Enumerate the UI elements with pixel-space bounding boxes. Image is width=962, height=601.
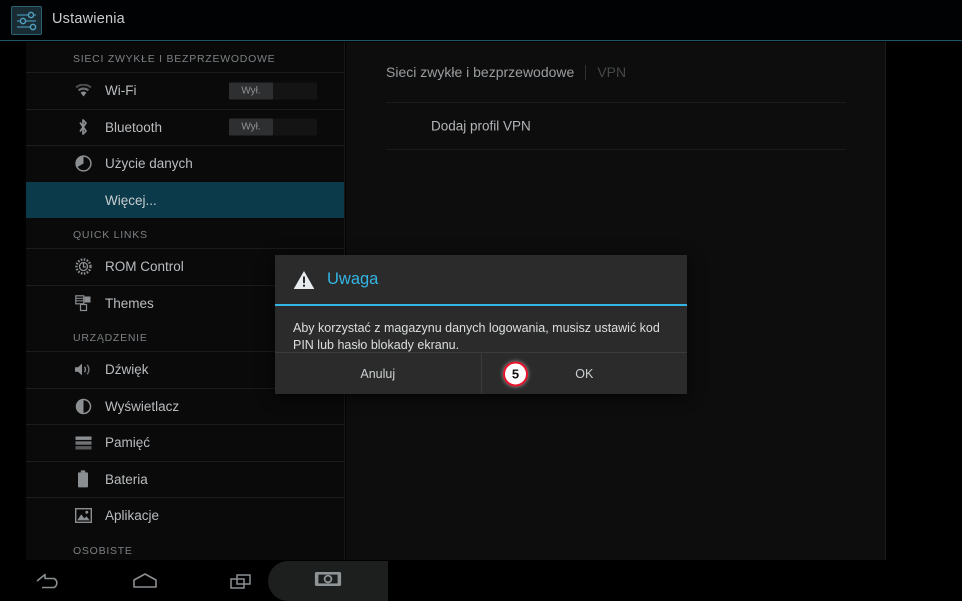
sidebar-item-label: Dźwięk: [105, 362, 149, 378]
sidebar-item-label: Themes: [105, 295, 154, 311]
camera-icon: [314, 570, 342, 593]
body-area: SIECI ZWYKŁE I BEZPRZEWODOWE Wi-Fi Wył.: [0, 42, 962, 560]
section-header-quick-links: QUICK LINKS: [73, 229, 148, 241]
sidebar-item-bluetooth[interactable]: Bluetooth Wył.: [26, 108, 344, 146]
navigation-bar: Zapisywanie zrzutu ekranu... Zapisywanie…: [0, 561, 962, 601]
breadcrumb-current: VPN: [597, 64, 627, 80]
breadcrumb-main[interactable]: Sieci zwykłe i bezprzewodowe: [386, 64, 574, 80]
warning-dialog: Uwaga Aby korzystać z magazynu danych lo…: [275, 255, 687, 394]
settings-sliders-icon: [11, 6, 42, 35]
section-header-networks: SIECI ZWYKŁE I BEZPRZEWODOWE: [73, 53, 276, 65]
window-title: Ustawienia: [52, 11, 125, 27]
sidebar-item-label: Pamięć: [105, 435, 151, 451]
title-bar: Ustawienia: [0, 0, 962, 41]
bluetooth-icon: [74, 118, 92, 136]
dialog-buttons: Anuluj OK 5: [275, 352, 687, 394]
breadcrumb-separator: [585, 64, 587, 80]
sidebar-item-battery[interactable]: Bateria: [26, 460, 344, 498]
dialog-header: Uwaga: [275, 255, 687, 306]
sidebar-item-label: Wi-Fi: [105, 83, 137, 99]
wifi-toggle-state: Wył.: [229, 82, 273, 100]
sidebar-item-label: Użycie danych: [105, 156, 193, 172]
storage-icon: [74, 434, 92, 452]
apps-icon: [74, 507, 92, 525]
sidebar-item-data-usage[interactable]: Użycie danych: [26, 145, 344, 182]
step-badge: 5: [503, 361, 528, 386]
sidebar-item-wifi[interactable]: Wi-Fi Wył.: [26, 72, 344, 109]
wifi-toggle[interactable]: Wył.: [229, 82, 317, 100]
wifi-icon: [74, 82, 92, 100]
battery-icon: [74, 470, 92, 488]
bluetooth-toggle[interactable]: Wył.: [229, 118, 317, 136]
dialog-message: Aby korzystać z magazynu danych logowani…: [293, 321, 660, 352]
sidebar-item-label: Aplikacje: [105, 508, 160, 524]
display-icon: [74, 397, 92, 415]
sidebar-item-storage[interactable]: Pamięć: [26, 424, 344, 461]
cancel-button-label: Anuluj: [360, 366, 396, 381]
warning-triangle-icon: [293, 270, 315, 290]
sound-icon: [74, 361, 92, 379]
sidebar-item-label: Bluetooth: [105, 119, 163, 135]
bluetooth-toggle-state: Wył.: [229, 118, 273, 136]
breadcrumb: Sieci zwykłe i bezprzewodowe VPN: [386, 64, 626, 80]
back-icon[interactable]: [14, 561, 84, 601]
cancel-button[interactable]: Anuluj: [275, 353, 482, 394]
home-icon[interactable]: [110, 561, 180, 601]
android-settings-screen: Ustawienia SIECI ZWYKŁE I BEZPRZEWODOWE …: [0, 0, 962, 601]
sidebar-item-apps[interactable]: Aplikacje: [26, 497, 344, 534]
gear-icon: [74, 258, 92, 276]
data-usage-icon: [74, 155, 92, 173]
dialog-title: Uwaga: [327, 270, 379, 288]
sidebar-item-label: Wyświetlacz: [105, 398, 180, 414]
recents-icon[interactable]: [205, 561, 275, 601]
section-header-personal: OSOBISTE: [73, 544, 133, 557]
sidebar-item-label: Więcej...: [105, 192, 157, 208]
list-item-label: Dodaj profil VPN: [431, 118, 531, 134]
ok-button-label: OK: [575, 366, 594, 381]
themes-icon: [74, 294, 92, 312]
list-item-add-vpn-profile[interactable]: Dodaj profil VPN: [386, 102, 846, 150]
sidebar-item-more[interactable]: Więcej...: [26, 181, 344, 218]
screenshot-button[interactable]: [268, 561, 388, 601]
sidebar-item-label: Bateria: [105, 471, 148, 487]
sidebar-item-label: ROM Control: [105, 259, 184, 275]
